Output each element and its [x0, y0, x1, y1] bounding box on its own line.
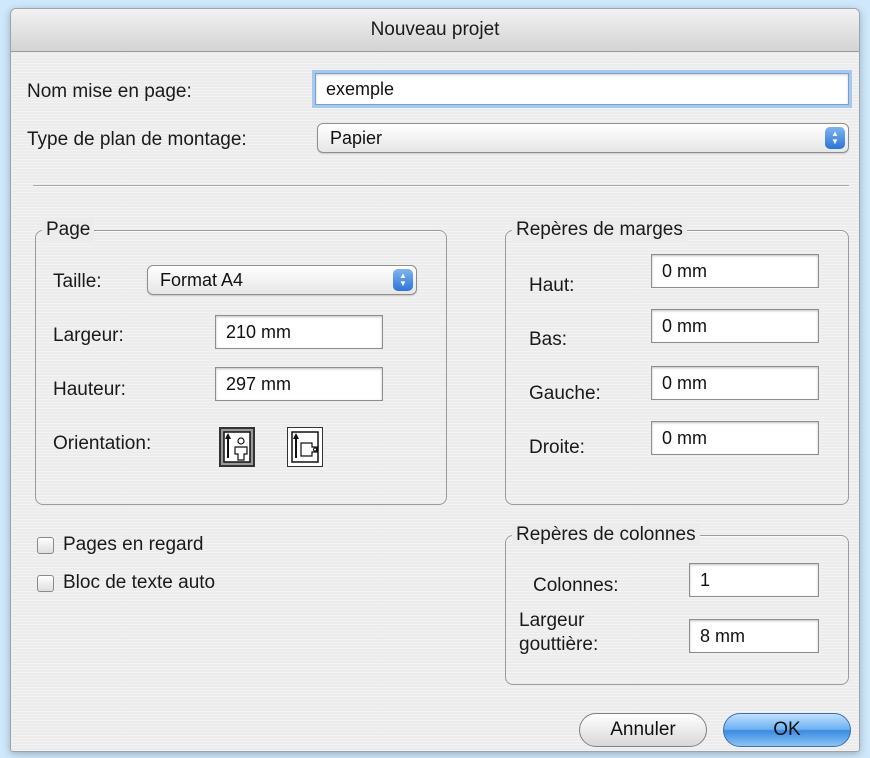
gutter-width-input[interactable]	[689, 619, 819, 653]
plan-type-select[interactable]: Papier ▲ ▼	[317, 123, 849, 153]
new-project-dialog: Nouveau projet Nom mise en page: Type de…	[10, 8, 860, 752]
height-label: Hauteur:	[53, 379, 126, 400]
cancel-button[interactable]: Annuler	[579, 713, 707, 747]
plan-type-label: Type de plan de montage:	[27, 129, 247, 150]
gutter-width-label: Largeur gouttière:	[519, 609, 598, 657]
layout-name-input[interactable]	[315, 73, 849, 105]
bottom-margin-label: Bas:	[529, 329, 568, 350]
plan-type-value: Papier	[330, 127, 383, 148]
right-margin-input[interactable]	[651, 421, 819, 455]
facing-pages-checkbox[interactable]	[37, 537, 54, 554]
section-divider	[33, 185, 849, 187]
top-margin-input[interactable]	[651, 254, 819, 288]
page-group-title: Page	[42, 219, 95, 241]
ok-button-label: OK	[773, 719, 801, 740]
page-size-select[interactable]: Format A4 ▲ ▼	[147, 265, 417, 295]
left-margin-input[interactable]	[651, 366, 819, 400]
top-margin-label: Haut:	[529, 275, 575, 296]
left-margin-label: Gauche:	[529, 383, 601, 404]
portrait-icon	[223, 431, 251, 463]
orientation-landscape-button[interactable]	[287, 427, 323, 467]
size-label: Taille:	[53, 271, 102, 292]
auto-text-box-checkbox[interactable]	[37, 575, 54, 592]
width-label: Largeur:	[53, 325, 124, 346]
dialog-title: Nouveau projet	[370, 19, 500, 40]
columns-input[interactable]	[689, 563, 819, 597]
columns-label: Colonnes:	[533, 575, 619, 596]
columns-group-title: Repères de colonnes	[512, 524, 700, 546]
ok-button[interactable]: OK	[723, 713, 851, 747]
landscape-icon	[291, 431, 319, 463]
orientation-portrait-button[interactable]	[219, 427, 255, 467]
select-arrows-icon: ▲ ▼	[393, 269, 413, 291]
page-size-value: Format A4	[160, 269, 244, 290]
margins-group-title: Repères de marges	[512, 219, 687, 241]
layout-name-label: Nom mise en page:	[27, 81, 192, 102]
gutter-label-line1: Largeur	[519, 610, 585, 631]
select-arrows-icon: ▲ ▼	[825, 127, 845, 149]
cancel-button-label: Annuler	[610, 719, 676, 740]
dialog-titlebar: Nouveau projet	[11, 9, 859, 52]
page-height-input[interactable]	[215, 367, 383, 401]
gutter-label-line2: gouttière:	[519, 634, 599, 655]
page-width-input[interactable]	[215, 315, 383, 349]
auto-text-box-label: Bloc de texte auto	[63, 572, 216, 593]
right-margin-label: Droite:	[529, 437, 585, 458]
bottom-margin-input[interactable]	[651, 309, 819, 343]
facing-pages-label: Pages en regard	[63, 534, 204, 555]
orientation-label: Orientation:	[53, 433, 152, 454]
